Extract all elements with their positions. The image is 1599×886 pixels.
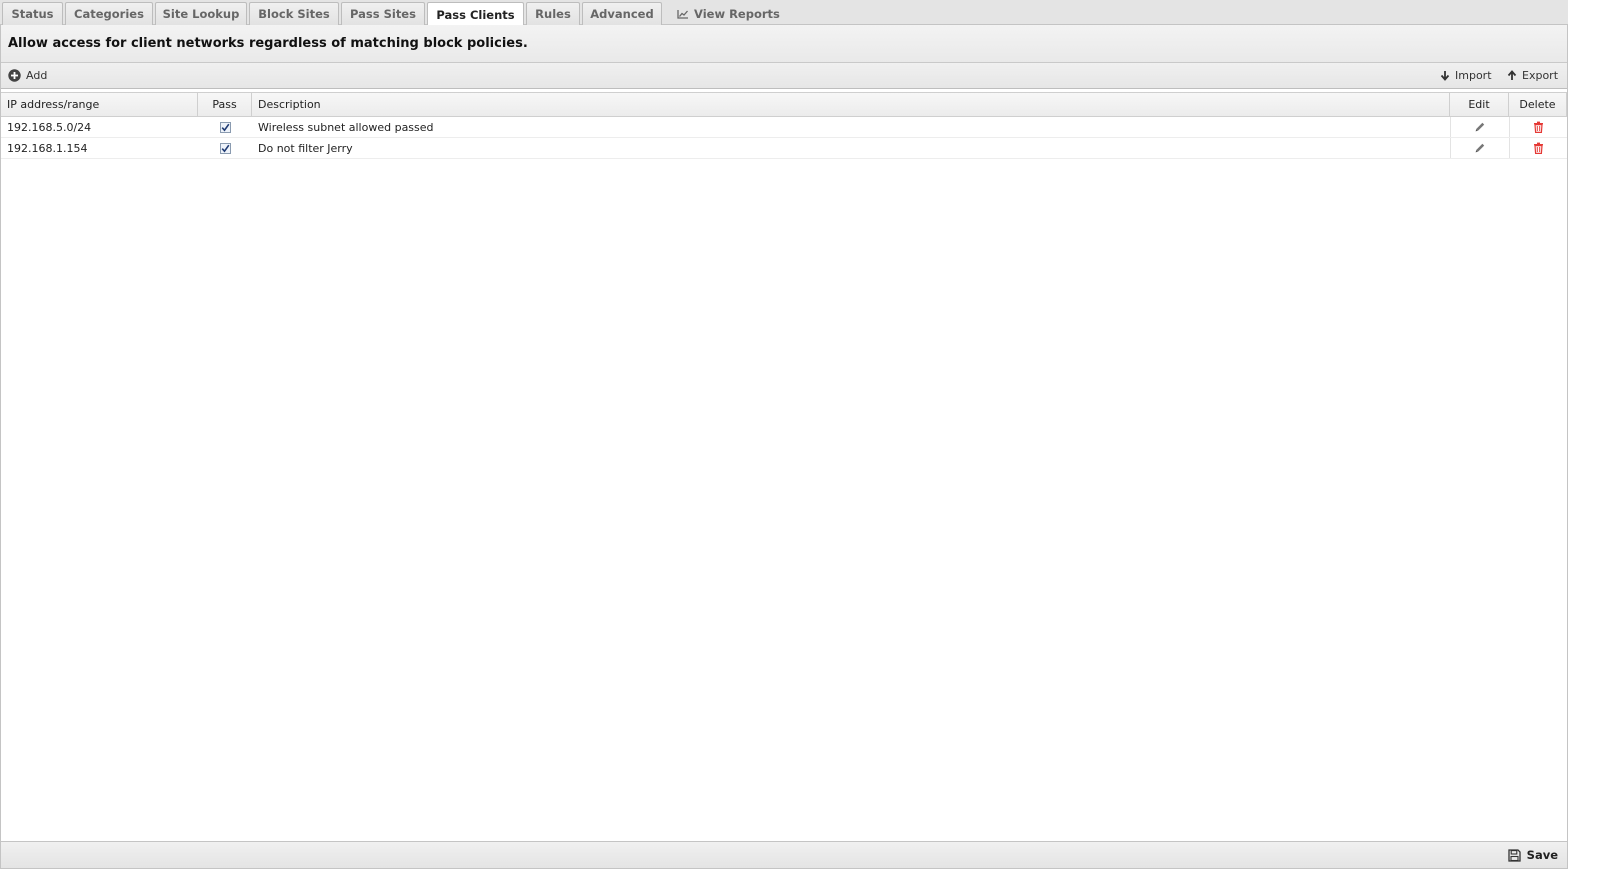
add-button[interactable]: Add	[8, 63, 47, 88]
tab-label: Site Lookup	[162, 7, 240, 21]
tab-status[interactable]: Status	[2, 2, 63, 25]
pass-checkbox[interactable]	[219, 121, 231, 133]
tab-label: View Reports	[694, 6, 780, 21]
floppy-disk-icon	[1508, 848, 1521, 862]
tab-label: Pass Clients	[436, 7, 515, 22]
import-button[interactable]: Import	[1440, 63, 1492, 88]
export-label: Export	[1522, 69, 1559, 82]
grid-toolbar: Add Import Export	[1, 63, 1567, 89]
trash-icon	[1534, 121, 1543, 133]
save-button[interactable]: Save	[1508, 842, 1558, 868]
tab-rules[interactable]: Rules	[526, 2, 580, 25]
pencil-icon	[1475, 143, 1485, 153]
pass-clients-panel: Allow access for client networks regardl…	[0, 25, 1568, 869]
tab-label: Pass Sites	[350, 7, 416, 21]
tab-label: Advanced	[590, 7, 654, 21]
tab-bar: Status Categories Site Lookup Block Site…	[0, 0, 1568, 26]
tab-site-lookup[interactable]: Site Lookup	[155, 2, 247, 25]
pass-checkbox[interactable]	[219, 142, 231, 154]
import-label: Import	[1455, 69, 1492, 82]
tab-label: Categories	[74, 7, 144, 21]
delete-cell	[1509, 138, 1567, 158]
tab-pass-sites[interactable]: Pass Sites	[341, 2, 425, 25]
column-header-delete: Delete	[1509, 93, 1567, 116]
column-header-label: Pass	[212, 98, 237, 111]
edit-cell	[1450, 138, 1509, 158]
export-button[interactable]: Export	[1507, 63, 1558, 88]
app-window: Status Categories Site Lookup Block Site…	[0, 0, 1568, 869]
description-value: Wireless subnet allowed passed	[258, 120, 434, 134]
table-row[interactable]: 192.168.5.0/24 Wireless subnet allowed p…	[1, 117, 1567, 138]
delete-button[interactable]	[1533, 121, 1544, 133]
column-header-pass[interactable]: Pass	[198, 93, 252, 116]
ip-value: 192.168.1.154	[7, 141, 88, 155]
delete-cell	[1509, 117, 1567, 137]
column-header-edit: Edit	[1450, 93, 1509, 116]
description-cell: Do not filter Jerry	[252, 138, 1450, 158]
column-header-ip[interactable]: IP address/range	[1, 93, 198, 116]
check-icon	[221, 123, 229, 131]
tab-advanced[interactable]: Advanced	[582, 2, 662, 25]
panel-heading-text: Allow access for client networks regardl…	[8, 36, 528, 51]
pass-cell	[198, 138, 252, 158]
column-header-label: Edit	[1468, 98, 1490, 111]
edit-cell	[1450, 117, 1509, 137]
ip-cell: 192.168.5.0/24	[1, 117, 198, 137]
description-cell: Wireless subnet allowed passed	[252, 117, 1450, 137]
save-label: Save	[1526, 848, 1558, 862]
panel-footer: Save	[1, 841, 1567, 868]
column-header-label: IP address/range	[7, 98, 100, 111]
pass-clients-grid: IP address/range Pass Description Edit D…	[1, 92, 1567, 159]
tab-pass-clients[interactable]: Pass Clients	[427, 2, 524, 26]
edit-button[interactable]	[1474, 142, 1486, 154]
pass-cell	[198, 117, 252, 137]
ip-value: 192.168.5.0/24	[7, 120, 92, 134]
edit-button[interactable]	[1474, 121, 1486, 133]
description-value: Do not filter Jerry	[258, 141, 353, 155]
column-header-label: Description	[258, 98, 321, 111]
trash-icon	[1534, 142, 1543, 154]
plus-circle-icon	[8, 69, 21, 82]
arrow-down-icon	[1440, 71, 1450, 81]
column-header-description[interactable]: Description	[252, 93, 1450, 116]
delete-button[interactable]	[1533, 142, 1544, 154]
pencil-icon	[1475, 122, 1485, 132]
panel-heading: Allow access for client networks regardl…	[1, 25, 1567, 63]
column-header-label: Delete	[1519, 98, 1556, 111]
tab-categories[interactable]: Categories	[65, 2, 153, 25]
arrow-up-icon	[1507, 70, 1517, 80]
table-row[interactable]: 192.168.1.154 Do not filter Jerry	[1, 138, 1567, 159]
tab-block-sites[interactable]: Block Sites	[249, 2, 339, 25]
tab-label: Rules	[535, 7, 571, 21]
check-icon	[221, 144, 229, 152]
line-chart-icon	[677, 9, 688, 19]
tab-label: Status	[11, 7, 54, 21]
add-label: Add	[26, 69, 48, 82]
ip-cell: 192.168.1.154	[1, 138, 198, 158]
tab-view-reports[interactable]: View Reports	[677, 2, 787, 25]
tab-label: Block Sites	[258, 7, 330, 21]
grid-header: IP address/range Pass Description Edit D…	[1, 92, 1567, 117]
